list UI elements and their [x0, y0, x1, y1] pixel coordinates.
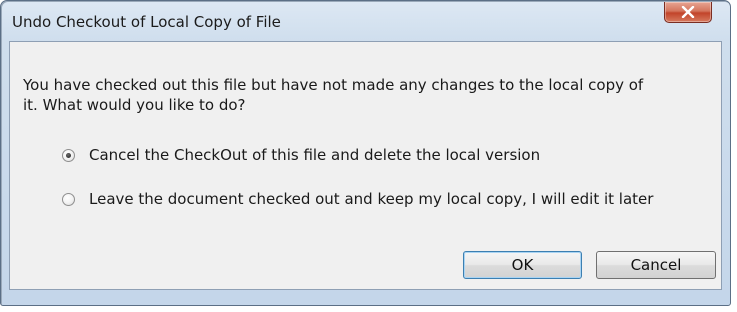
radio-button-keep-checkout[interactable]	[62, 192, 75, 206]
radio-selected-dot	[66, 152, 71, 158]
title-bar[interactable]: Undo Checkout of Local Copy of File	[1, 1, 730, 41]
dialog-title: Undo Checkout of Local Copy of File	[12, 13, 281, 31]
option-keep-checkout[interactable]: Leave the document checked out and keep …	[62, 189, 653, 209]
close-x-icon	[681, 6, 695, 18]
message-line-1: You have checked out this file but have …	[23, 76, 644, 94]
dialog-window: Undo Checkout of Local Copy of File You …	[0, 0, 731, 306]
dialog-content: You have checked out this file but have …	[9, 41, 722, 290]
dialog-message: You have checked out this file but have …	[23, 75, 713, 115]
ok-button[interactable]: OK	[463, 251, 582, 279]
cancel-button[interactable]: Cancel	[596, 251, 716, 279]
option-cancel-checkout-label[interactable]: Cancel the CheckOut of this file and del…	[89, 146, 540, 164]
close-button[interactable]	[664, 2, 712, 23]
radio-button-cancel-checkout[interactable]	[62, 148, 75, 162]
option-keep-checkout-label[interactable]: Leave the document checked out and keep …	[89, 190, 653, 208]
message-line-2: it. What would you like to do?	[23, 96, 246, 114]
option-cancel-checkout[interactable]: Cancel the CheckOut of this file and del…	[62, 145, 540, 165]
